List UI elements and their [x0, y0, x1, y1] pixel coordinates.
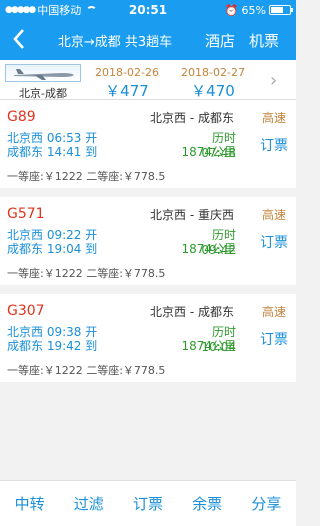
route-tab[interactable]: 北京-成都: [5, 64, 81, 100]
train-type: 高速: [262, 111, 287, 125]
status-bar: ●●●●● 中国移动 20:51 ⏰ 65%: [0, 0, 296, 20]
date-price: ￥477: [105, 82, 149, 100]
airplane-image: [5, 64, 81, 82]
distance: 1874公里: [181, 242, 236, 256]
book-button[interactable]: 订票: [260, 135, 288, 155]
back-button[interactable]: [0, 19, 34, 62]
seat-prices: 一等座:￥1222 二等座:￥778.5: [7, 364, 166, 377]
remaining-tickets-button[interactable]: 余票: [192, 493, 222, 514]
flight-link[interactable]: 机票: [249, 30, 279, 51]
date-option[interactable]: 2018-02-27 ￥470: [168, 66, 258, 101]
date-price: ￥470: [191, 82, 235, 100]
route-label: 北京-成都: [19, 87, 67, 100]
train-number: G571: [7, 206, 45, 222]
date-text: 2018-02-26: [95, 66, 159, 79]
share-button[interactable]: 分享: [251, 493, 281, 514]
train-card[interactable]: G307 北京西 - 成都东 高速 北京西 09:38 开 成都东 19:42 …: [0, 294, 296, 382]
filter-button[interactable]: 过滤: [74, 493, 104, 514]
header: ●●●●● 中国移动 20:51 ⏰ 65% 北京→成都 共3趟车 酒店 机票: [0, 0, 296, 60]
distance: 1874公里: [181, 339, 236, 353]
train-type: 高速: [262, 305, 287, 319]
chevron-right-icon[interactable]: ›: [270, 70, 277, 91]
battery-icon: [269, 5, 293, 15]
train-type: 高速: [262, 208, 287, 222]
nav-bar: 北京→成都 共3趟车 酒店 机票: [0, 20, 296, 60]
seat-prices: 一等座:￥1222 二等座:￥778.5: [7, 267, 166, 280]
page-title: 北京→成都 共3趟车: [57, 34, 173, 50]
book-button[interactable]: 订票: [260, 329, 288, 349]
train-card[interactable]: G89 北京西 - 成都东 高速 北京西 06:53 开 成都东 14:41 到…: [0, 100, 296, 188]
train-number: G307: [7, 303, 45, 319]
train-card[interactable]: G571 北京西 - 重庆西 高速 北京西 09:22 开 成都东 19:04 …: [0, 197, 296, 285]
train-route: 北京西 - 成都东: [150, 305, 234, 319]
transfer-button[interactable]: 中转: [15, 493, 45, 514]
date-option[interactable]: 2018-02-26 ￥477: [82, 66, 172, 103]
arrival: 成都东 19:04 到: [7, 242, 98, 256]
arrival: 成都东 19:42 到: [7, 339, 98, 353]
train-list: G89 北京西 - 成都东 高速 北京西 06:53 开 成都东 14:41 到…: [0, 100, 296, 391]
distance: 1874公里: [181, 145, 236, 159]
train-route: 北京西 - 重庆西: [150, 208, 234, 222]
book-button[interactable]: 订票: [260, 232, 288, 252]
clock: 20:51: [128, 3, 168, 17]
chevron-left-icon: [13, 28, 24, 49]
hotel-link[interactable]: 酒店: [205, 30, 235, 51]
arrival: 成都东 14:41 到: [7, 145, 98, 159]
date-text: 2018-02-27: [181, 66, 245, 79]
date-selector: 北京-成都 2018-02-26 ￥477 2018-02-27 ￥470 ›: [0, 60, 296, 103]
train-number: G89: [7, 109, 36, 125]
train-route: 北京西 - 成都东: [150, 111, 234, 125]
book-tab-button[interactable]: 订票: [133, 493, 163, 514]
bottom-toolbar: 中转 过滤 订票 余票 分享: [0, 480, 296, 526]
seat-prices: 一等座:￥1222 二等座:￥778.5: [7, 170, 166, 183]
